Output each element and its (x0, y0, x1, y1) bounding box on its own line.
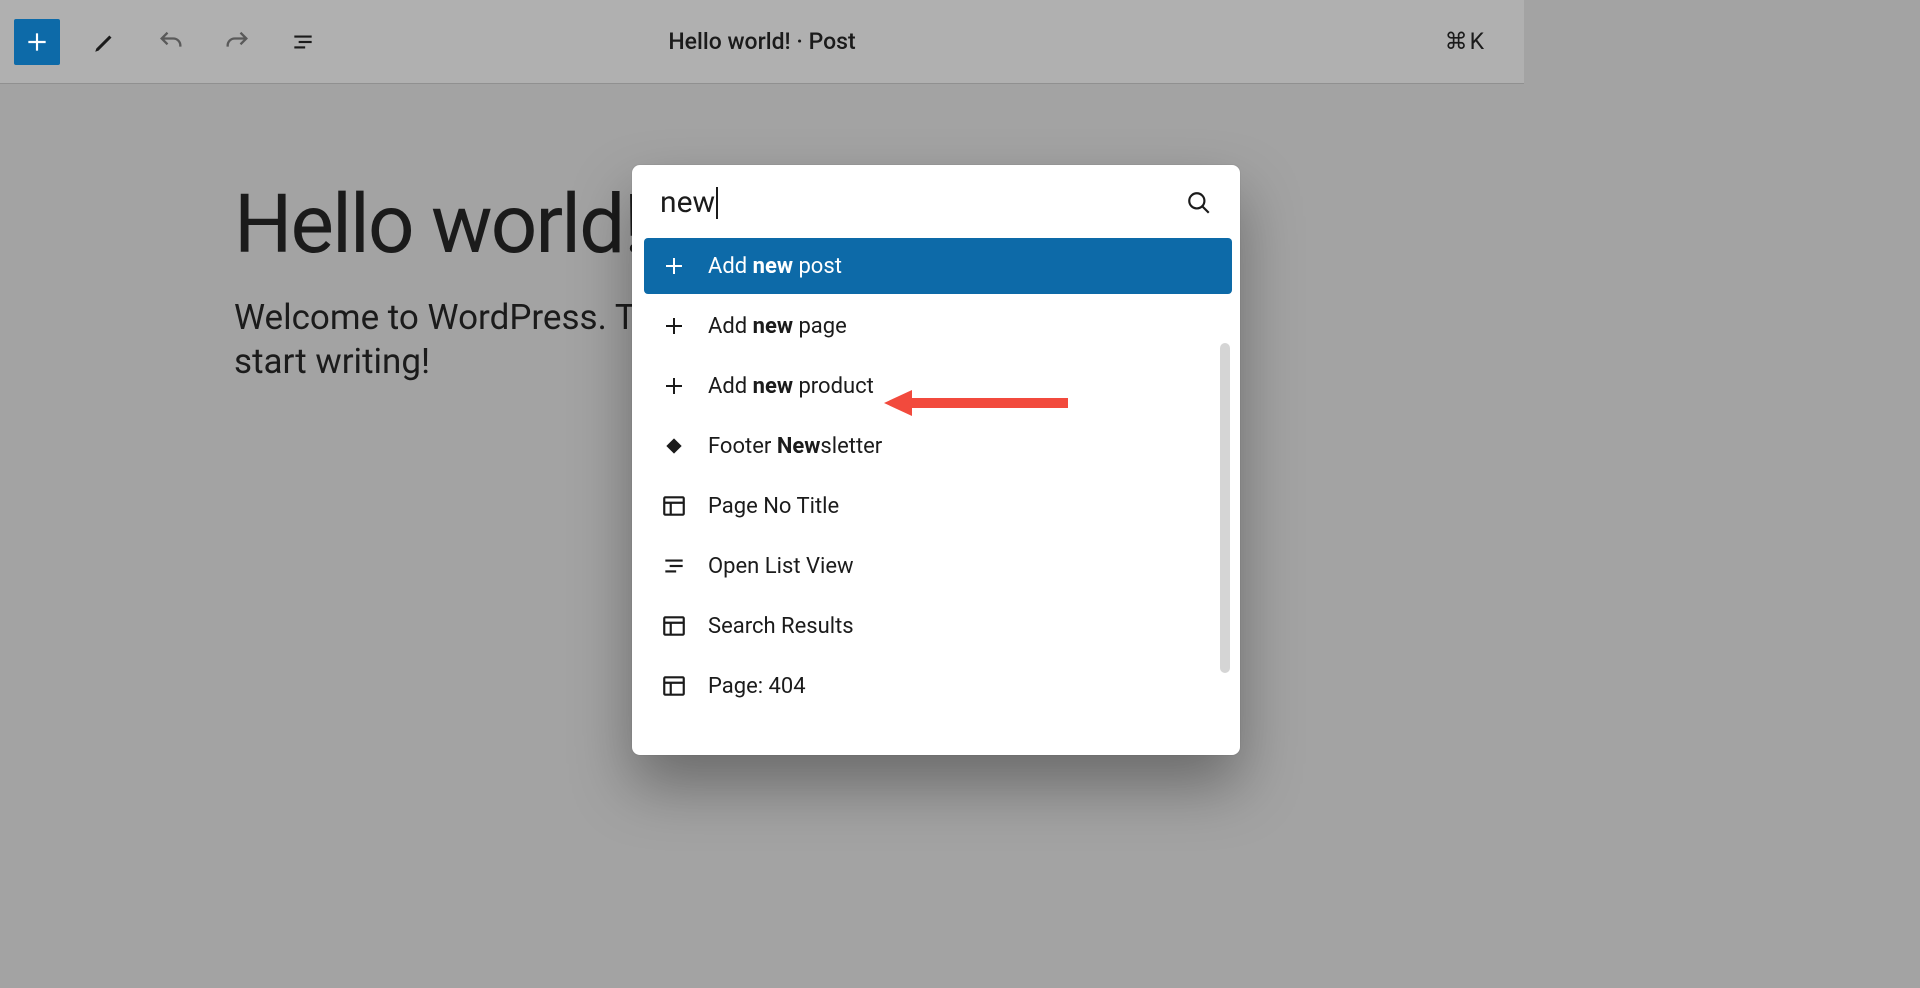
plus-icon (24, 29, 50, 55)
command-item-label: Page No Title (708, 494, 839, 519)
command-search-row: new (632, 165, 1240, 232)
editor-toolbar: Hello world! · Post ⌘K (0, 0, 1524, 84)
command-item-label: Add new post (708, 254, 842, 279)
command-shortcut-hint[interactable]: ⌘K (1445, 28, 1486, 55)
command-search-text: new (660, 185, 715, 220)
plus-icon (660, 252, 688, 280)
post-title[interactable]: Hello world! (234, 177, 642, 273)
command-item-label: Footer Newsletter (708, 434, 882, 459)
undo-button[interactable] (150, 21, 192, 63)
command-item[interactable]: Page No Title (644, 478, 1232, 534)
command-results-list: Add new post Add new page Add new produc… (632, 232, 1240, 755)
plus-icon (660, 372, 688, 400)
command-item-label: Page: 404 (708, 674, 806, 699)
tools-button[interactable] (84, 21, 126, 63)
command-item[interactable]: Add new post (644, 238, 1232, 294)
diamond-icon (660, 432, 688, 460)
layout-icon (660, 672, 688, 700)
redo-icon (223, 28, 251, 56)
layout-icon (660, 612, 688, 640)
block-inserter-button[interactable] (14, 19, 60, 65)
command-item[interactable]: Add new product (644, 358, 1232, 414)
post-content-line: start writing! (234, 341, 430, 382)
command-item-label: Add new page (708, 314, 847, 339)
command-palette: new Add new post Add new page Add new pr… (632, 165, 1240, 755)
pencil-icon (92, 29, 118, 55)
command-item[interactable]: Search Results (644, 598, 1232, 654)
command-item[interactable]: Add new page (644, 298, 1232, 354)
text-caret (716, 187, 718, 219)
search-icon (1186, 190, 1212, 216)
layout-icon (660, 492, 688, 520)
command-item[interactable]: Page: 404 (644, 658, 1232, 714)
scrollbar-thumb[interactable] (1220, 343, 1230, 673)
command-item-label: Search Results (708, 614, 854, 639)
list-icon (660, 552, 688, 580)
command-item[interactable]: Open List View (644, 538, 1232, 594)
command-item[interactable]: Footer Newsletter (644, 418, 1232, 474)
post-content-line: Welcome to WordPress. This (234, 297, 682, 338)
document-overview-button[interactable] (282, 21, 324, 63)
command-item-label: Add new product (708, 374, 874, 399)
plus-icon (660, 312, 688, 340)
command-item-label: Open List View (708, 554, 854, 579)
redo-button[interactable] (216, 21, 258, 63)
post-content[interactable]: Welcome to WordPress. This start writing… (234, 296, 682, 384)
undo-icon (157, 28, 185, 56)
list-view-icon (290, 29, 316, 55)
